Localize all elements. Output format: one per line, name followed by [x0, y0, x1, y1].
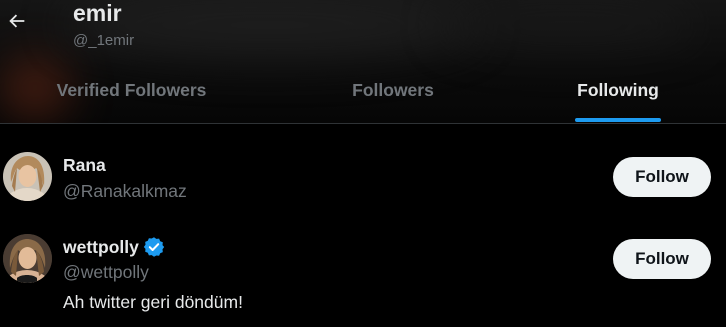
user-bio: Ah twitter geri döndüm! [63, 292, 243, 312]
follow-button[interactable]: Follow [613, 239, 711, 279]
tab-bar: Verified Followers Followers Following [0, 60, 726, 123]
avatar[interactable] [3, 152, 52, 201]
following-page: emir @_1emir Verified Followers Follower… [0, 0, 726, 327]
user-name-text: Rana [63, 155, 106, 175]
user-cell[interactable]: wettpolly @wettpolly Ah twitter geri dön… [0, 204, 726, 327]
tab-following[interactable]: Following [523, 60, 713, 123]
tab-followers[interactable]: Followers [263, 60, 523, 123]
follow-button[interactable]: Follow [613, 157, 711, 197]
user-cell[interactable]: Rana @Ranakalkmaz Follow [0, 124, 726, 204]
active-tab-indicator [575, 118, 661, 122]
user-handle[interactable]: @wettpolly [63, 262, 149, 283]
user-handle[interactable]: @Ranakalkmaz [63, 181, 187, 202]
arrow-left-icon [6, 10, 28, 37]
profile-name: emir [73, 0, 122, 26]
user-name[interactable]: Rana [63, 155, 106, 176]
profile-handle: @_1emir [73, 32, 135, 49]
back-button[interactable] [0, 2, 34, 44]
verified-badge-icon [143, 236, 165, 258]
tab-label: Verified Followers [56, 80, 207, 100]
user-name[interactable]: wettpolly [63, 236, 165, 258]
user-name-text: wettpolly [63, 236, 139, 257]
tab-label: Following [577, 80, 659, 100]
tab-label: Followers [352, 80, 434, 100]
avatar[interactable] [3, 234, 52, 283]
tab-verified-followers[interactable]: Verified Followers [0, 60, 263, 123]
